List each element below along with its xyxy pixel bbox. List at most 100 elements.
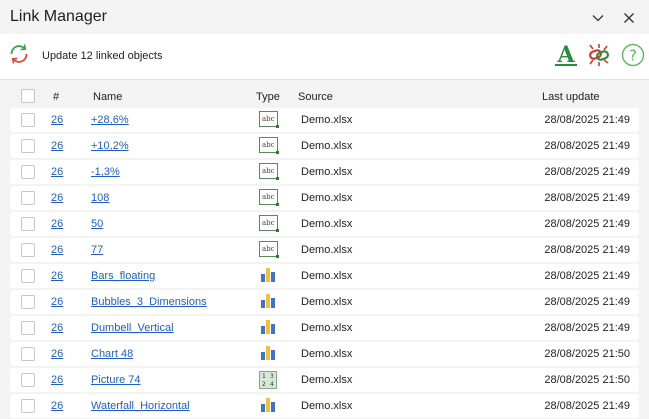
object-name-link[interactable]: Chart 48	[91, 348, 133, 360]
slide-number-link[interactable]: 26	[51, 140, 63, 152]
source-file: Demo.xlsx	[301, 244, 353, 256]
text-object-icon: abc	[259, 189, 279, 206]
source-file: Demo.xlsx	[301, 296, 353, 308]
object-name-link[interactable]: Bubbles_3_Dimensions	[91, 296, 207, 308]
text-object-icon: abc	[259, 215, 279, 232]
object-type: abc	[259, 189, 279, 207]
object-name-link[interactable]: Bars_floating	[91, 270, 155, 282]
row-checkbox[interactable]	[21, 269, 35, 283]
row-checkbox[interactable]	[21, 217, 35, 231]
object-name-link[interactable]: +10,2%	[91, 140, 129, 152]
object-type: 1324	[259, 371, 279, 389]
row-checkbox[interactable]	[21, 113, 35, 127]
last-update-value: 28/08/2025 21:49	[544, 192, 630, 204]
object-name-link[interactable]: +28,6%	[91, 114, 129, 126]
linked-objects-table: # Name Type Source Last update 26 +28,6% a…	[10, 84, 639, 419]
table-row[interactable]: 26 Chart 48 Demo.xlsx 28/08/2025 21:50	[10, 342, 639, 366]
row-checkbox[interactable]	[21, 139, 35, 153]
object-name-link[interactable]: 108	[91, 192, 109, 204]
table-row[interactable]: 26 Bars_floating Demo.xlsx 28/08/2025 21:49	[10, 264, 639, 288]
object-type	[259, 267, 279, 285]
row-checkbox[interactable]	[21, 243, 35, 257]
slide-number-link[interactable]: 26	[51, 166, 63, 178]
table-row[interactable]: 26 Dumbell_Vertical Demo.xlsx 28/08/2025 21…	[10, 316, 639, 340]
update-linked-objects-button[interactable]: Update 12 linked objects	[42, 50, 162, 62]
object-type: abc	[259, 111, 279, 129]
table-row[interactable]: 26 77 abc Demo.xlsx 28/08/2025 21:49	[10, 238, 639, 262]
last-update-value: 28/08/2025 21:49	[544, 270, 630, 282]
slide-number-link[interactable]: 26	[51, 270, 63, 282]
source-file: Demo.xlsx	[301, 374, 353, 386]
table-row[interactable]: 26 Waterfall_Horizontal Demo.xlsx 28/08/202…	[10, 394, 639, 418]
chart-object-icon	[259, 319, 277, 335]
last-update-value: 28/08/2025 21:50	[544, 374, 630, 386]
close-icon[interactable]	[620, 9, 638, 27]
table-row[interactable]: 26 108 abc Demo.xlsx 28/08/2025 21:49	[10, 186, 639, 210]
source-file: Demo.xlsx	[301, 218, 353, 230]
object-name-link[interactable]: -1,3%	[91, 166, 120, 178]
table-row[interactable]: 26 +10,2% abc Demo.xlsx 28/08/2025 21:49	[10, 134, 639, 158]
object-type: abc	[259, 215, 279, 233]
last-update-value: 28/08/2025 21:49	[544, 296, 630, 308]
row-checkbox[interactable]	[21, 399, 35, 413]
slide-number-link[interactable]: 26	[51, 114, 63, 126]
slide-number-link[interactable]: 26	[51, 322, 63, 334]
slide-number-link[interactable]: 26	[51, 218, 63, 230]
column-header-name[interactable]: Name	[93, 91, 122, 103]
toolbar: Update 12 linked objects A ?	[0, 34, 649, 80]
source-file: Demo.xlsx	[301, 322, 353, 334]
object-name-link[interactable]: 50	[91, 218, 103, 230]
slide-number-link[interactable]: 26	[51, 296, 63, 308]
row-checkbox[interactable]	[21, 295, 35, 309]
break-link-icon[interactable]	[586, 42, 612, 68]
object-name-link[interactable]: Dumbell_Vertical	[91, 322, 174, 334]
last-update-value: 28/08/2025 21:49	[544, 166, 630, 178]
row-checkbox[interactable]	[21, 321, 35, 335]
last-update-value: 28/08/2025 21:49	[544, 322, 630, 334]
slide-number-link[interactable]: 26	[51, 348, 63, 360]
slide-number-link[interactable]: 26	[51, 374, 63, 386]
select-all-checkbox[interactable]	[21, 89, 35, 103]
last-update-value: 28/08/2025 21:49	[544, 244, 630, 256]
font-format-icon[interactable]: A	[553, 42, 579, 68]
chart-object-icon	[259, 293, 277, 309]
table-row[interactable]: 26 Bubbles_3_Dimensions Demo.xlsx 28/08/202…	[10, 290, 639, 314]
refresh-icon[interactable]	[7, 42, 31, 66]
object-type	[259, 293, 279, 311]
text-object-icon: abc	[259, 163, 279, 180]
source-file: Demo.xlsx	[301, 192, 353, 204]
row-checkbox[interactable]	[21, 373, 35, 387]
help-icon[interactable]: ?	[620, 42, 646, 68]
table-row[interactable]: 26 50 abc Demo.xlsx 28/08/2025 21:49	[10, 212, 639, 236]
slide-number-link[interactable]: 26	[51, 192, 63, 204]
text-object-icon: abc	[259, 111, 279, 128]
object-type: abc	[259, 241, 279, 259]
chevron-down-icon[interactable]	[589, 9, 607, 27]
last-update-value: 28/08/2025 21:49	[544, 140, 630, 152]
object-name-link[interactable]: 77	[91, 244, 103, 256]
column-header-last-update[interactable]: Last update	[542, 91, 600, 103]
text-object-icon: abc	[259, 137, 279, 154]
picture-object-icon: 1324	[259, 371, 277, 389]
slide-number-link[interactable]: 26	[51, 400, 63, 412]
row-checkbox[interactable]	[21, 191, 35, 205]
object-type: abc	[259, 137, 279, 155]
panel-title: Link Manager	[10, 8, 107, 25]
column-header-source[interactable]: Source	[298, 91, 333, 103]
table-row[interactable]: 26 Picture 74 1 3 2 4 Demo.xlsx 28/08/2025 21:5…	[10, 368, 639, 392]
object-type	[259, 319, 279, 337]
chart-object-icon	[259, 345, 277, 361]
row-checkbox[interactable]	[21, 347, 35, 361]
svg-text:?: ?	[629, 47, 637, 65]
row-checkbox[interactable]	[21, 165, 35, 179]
slide-number-link[interactable]: 26	[51, 244, 63, 256]
table-row[interactable]: 26 +28,6% abc Demo.xlsx 28/08/2025 21:49	[10, 108, 639, 132]
table-row[interactable]: 26 -1,3% abc Demo.xlsx 28/08/2025 21:49	[10, 160, 639, 184]
object-name-link[interactable]: Picture 74	[91, 374, 141, 386]
title-bar: Link Manager	[0, 0, 649, 34]
object-name-link[interactable]: Waterfall_Horizontal	[91, 400, 190, 412]
text-object-icon: abc	[259, 241, 279, 258]
column-header-type[interactable]: Type	[256, 91, 280, 103]
table-header: # Name Type Source Last update	[10, 84, 639, 106]
chart-object-icon	[259, 267, 277, 283]
